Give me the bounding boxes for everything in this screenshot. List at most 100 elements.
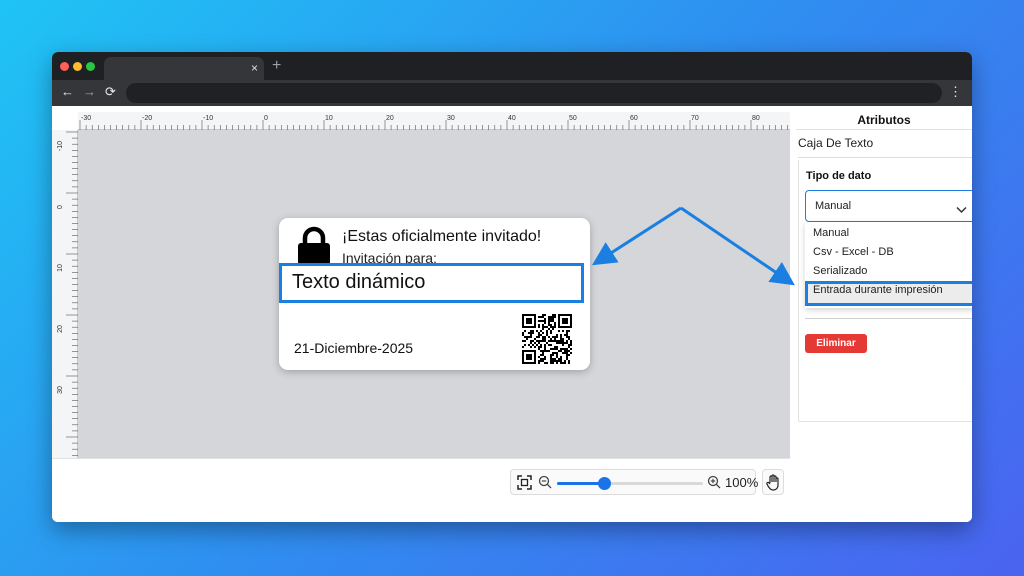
label-title-text[interactable]: ¡Estas oficialmente invitado! [342, 228, 541, 246]
pan-tool-button[interactable] [762, 469, 784, 495]
qr-module [564, 352, 566, 354]
option-serializado[interactable]: Serializado [805, 262, 972, 281]
qr-module [544, 344, 546, 346]
qr-module [538, 342, 540, 344]
qr-module [562, 342, 564, 344]
qr-module [568, 350, 570, 352]
qr-module [562, 338, 564, 340]
data-type-select[interactable]: Manual [805, 190, 972, 222]
attributes-panel: Atributos Caja De Texto Tipo de dato Man… [796, 106, 972, 522]
qr-module [536, 344, 538, 346]
qr-module [556, 334, 558, 336]
qr-module [548, 320, 550, 322]
address-bar[interactable] [126, 83, 942, 103]
qr-module [522, 332, 524, 334]
qr-module [570, 348, 572, 350]
qr-module [568, 344, 570, 346]
option-entrada-durante-impresion[interactable]: Entrada durante impresión [805, 281, 972, 306]
tab-close-icon[interactable]: × [251, 61, 258, 75]
qr-module [558, 342, 560, 344]
ruler-label: 10 [57, 264, 64, 272]
dynamic-text-box[interactable]: Texto dinámico [279, 263, 584, 303]
qr-module [566, 348, 568, 350]
back-button[interactable]: ← [61, 84, 74, 100]
qr-module [552, 320, 554, 322]
qr-module [560, 342, 562, 344]
reload-button[interactable]: ⟳ [105, 84, 116, 100]
qr-module [544, 338, 546, 340]
qr-module [562, 348, 564, 350]
qr-module [538, 356, 540, 358]
qr-module [550, 330, 552, 332]
qr-module [542, 336, 544, 338]
qr-module [532, 340, 534, 342]
fit-to-screen-icon[interactable] [517, 475, 532, 495]
qr-module [550, 356, 552, 358]
qr-module [524, 336, 526, 338]
vertical-ruler: -10 0 10 20 30 [52, 130, 78, 458]
chevron-down-icon [956, 201, 967, 219]
data-type-label: Tipo de dato [806, 170, 872, 182]
zoom-slider[interactable] [557, 477, 703, 490]
ruler-label: -10 [57, 141, 64, 151]
zoom-in-icon[interactable] [707, 475, 721, 494]
zoom-slider-thumb[interactable] [597, 477, 611, 490]
qr-module [542, 340, 544, 342]
qr-module [540, 358, 542, 360]
qr-module [550, 320, 552, 322]
qr-module [556, 360, 558, 362]
label-preview[interactable]: ¡Estas oficialmente invitado! Invitación… [279, 218, 590, 370]
qr-module [566, 334, 568, 336]
qr-module [538, 320, 540, 322]
ruler-label: 20 [57, 325, 64, 333]
qr-module [564, 350, 566, 352]
qr-module [570, 352, 572, 354]
delete-button[interactable]: Eliminar [805, 334, 867, 353]
qr-module [524, 344, 526, 346]
option-csv-excel-db[interactable]: Csv - Excel - DB [805, 243, 972, 262]
qr-module [542, 314, 544, 316]
qr-module [540, 354, 542, 356]
qr-module [544, 358, 546, 360]
qr-module [544, 350, 546, 352]
browser-window: × + ← → ⟳ ⋮ -30 -20 -10 0 10 20 30 40 50 60 70 80 -… [52, 52, 972, 522]
qr-module [552, 314, 554, 316]
minimize-window-button[interactable] [73, 62, 82, 71]
new-tab-button[interactable]: + [272, 57, 281, 75]
qr-module [562, 352, 564, 354]
qr-module [554, 324, 556, 326]
browser-tab[interactable]: × [104, 57, 264, 80]
qr-module [542, 360, 544, 362]
qr-module [568, 346, 570, 348]
label-date-text[interactable]: 21-Diciembre-2025 [294, 340, 413, 356]
close-window-button[interactable] [60, 62, 69, 71]
qr-module [548, 340, 550, 342]
qr-module [530, 334, 532, 336]
panel-title: Atributos [796, 112, 972, 130]
maximize-window-button[interactable] [86, 62, 95, 71]
qr-module [548, 324, 550, 326]
qr-module [556, 336, 558, 338]
qr-module [568, 336, 570, 338]
qr-module [566, 358, 568, 360]
qr-module [558, 340, 560, 342]
qr-module [524, 340, 526, 342]
ruler-label: 30 [447, 115, 455, 122]
qr-module [556, 352, 558, 354]
qr-module [536, 340, 538, 342]
zoom-out-icon[interactable] [538, 475, 552, 494]
option-manual[interactable]: Manual [805, 224, 972, 243]
qr-module [540, 360, 542, 362]
qr-module [540, 346, 542, 348]
qr-module [560, 338, 562, 340]
browser-menu-icon[interactable]: ⋮ [949, 84, 962, 100]
forward-button[interactable]: → [83, 84, 96, 100]
qr-module [554, 340, 556, 342]
qr-module [534, 338, 536, 340]
qr-module [568, 360, 570, 362]
design-canvas[interactable]: ¡Estas oficialmente invitado! Invitación… [78, 130, 790, 458]
qr-module [566, 356, 568, 358]
qr-module [540, 320, 542, 322]
qr-code-icon[interactable] [522, 314, 572, 369]
zoom-controls: 100% [510, 469, 758, 495]
